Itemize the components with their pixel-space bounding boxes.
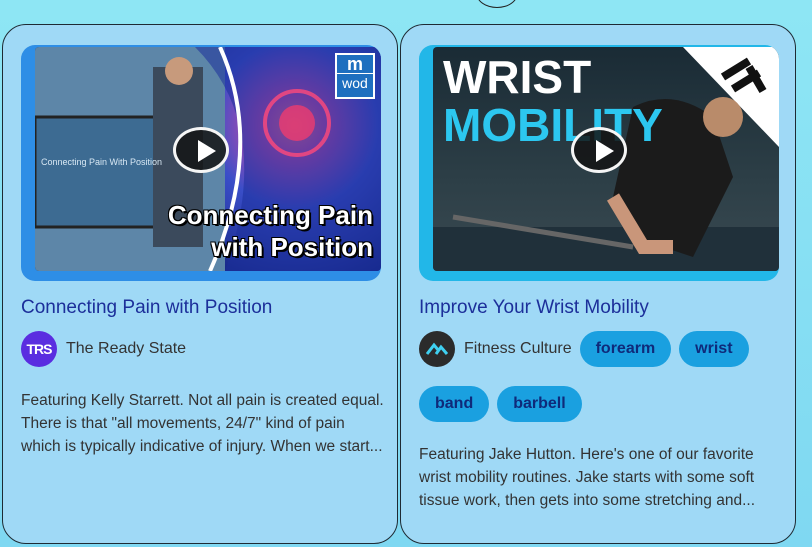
play-button[interactable] — [571, 127, 627, 173]
channel-avatar — [419, 331, 455, 367]
screen-text: Connecting Pain With Position — [41, 157, 162, 167]
video-card[interactable]: WRIST MOBILITY Improve Your Wrist Mobili… — [400, 24, 796, 544]
author-name[interactable]: The Ready State — [66, 340, 186, 358]
tag-band[interactable]: band — [419, 386, 490, 422]
tag-forearm[interactable]: forearm — [579, 331, 672, 367]
video-title[interactable]: Connecting Pain with Position — [21, 297, 272, 319]
tag-wrist[interactable]: wrist — [679, 331, 749, 367]
top-partial-element — [476, 0, 518, 8]
author-name[interactable]: Fitness Culture — [464, 340, 572, 358]
video-thumbnail[interactable]: WRIST MOBILITY — [419, 45, 779, 281]
video-card[interactable]: Connecting Pain With Position m wod Conn… — [2, 24, 398, 544]
mwod-logo: m wod — [335, 53, 375, 99]
video-description: Featuring Jake Hutton. Here's one of our… — [419, 446, 756, 509]
thumbnail-overlay-title: WRIST MOBILITY — [443, 51, 663, 151]
fitness-culture-logo-icon — [426, 342, 448, 355]
tags-row: band barbell — [419, 386, 590, 422]
tag-barbell[interactable]: barbell — [497, 386, 582, 422]
video-title[interactable]: Improve Your Wrist Mobility — [419, 297, 649, 319]
thumbnail-overlay-title: Connecting Pain with Position — [167, 200, 373, 262]
author-row[interactable]: Fitness Culture forearm wrist — [419, 329, 749, 369]
video-thumbnail[interactable]: Connecting Pain With Position m wod Conn… — [21, 45, 381, 281]
play-button[interactable] — [173, 127, 229, 173]
video-description: Featuring Kelly Starrett. Not all pain i… — [21, 392, 384, 455]
author-row[interactable]: TRS The Ready State — [21, 329, 186, 369]
channel-avatar: TRS — [21, 331, 57, 367]
